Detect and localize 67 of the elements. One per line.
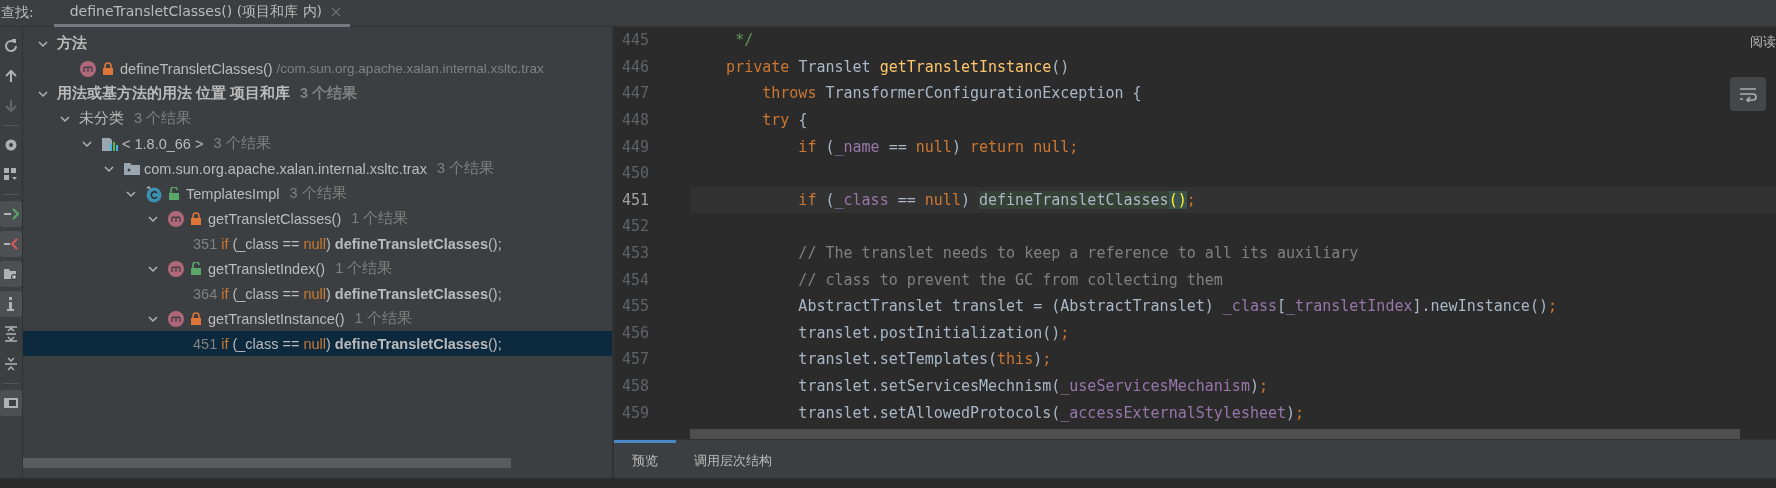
code-text: translet.setTemplates(this); xyxy=(797,349,1052,371)
code-text: translet.postInitialization(); xyxy=(797,322,1070,344)
node-label: 未分类 xyxy=(79,109,124,128)
tree-row[interactable]: 364 if (_class == null) defineTransletClasses(); xyxy=(23,281,612,306)
tree-row[interactable]: getTransletIndex() 1 个结果 xyxy=(23,256,612,281)
line-number: 455 xyxy=(621,297,651,316)
tree-row[interactable]: 用法或基方法的用法 位置 项目和库 3 个结果 xyxy=(23,81,612,106)
code-text: */ xyxy=(734,30,754,52)
line-number: 445 xyxy=(621,31,651,50)
line-number: 458 xyxy=(621,377,651,395)
code-text: if (_name == null) return null; xyxy=(797,136,1079,158)
line-number: 451 xyxy=(621,190,651,209)
code-text: try { xyxy=(761,110,808,132)
node-path: /com.sun.org.apache.xalan.internal.xsltc.trax xyxy=(276,61,544,76)
result-count: 1 个结果 xyxy=(335,259,393,278)
node-label: < 1.8.0_66 > xyxy=(122,135,204,152)
tree-row[interactable]: 未分类 3 个结果 xyxy=(23,106,612,131)
find-label: 查找: xyxy=(1,4,34,22)
reader-mode-label[interactable]: 阅读 xyxy=(1750,33,1776,51)
result-count: 3 个结果 xyxy=(213,134,271,153)
current-line-highlight: if (_class == null) defineTransletClasses(); xyxy=(690,186,1776,214)
usage-line: 451 if (_class == null) defineTransletClasses(); xyxy=(193,335,502,352)
result-count: 1 个结果 xyxy=(351,209,409,228)
code-text: // class to prevent the GC from collecting them xyxy=(797,269,1223,291)
line-number: 448 xyxy=(621,111,651,130)
code-text: // The translet needs to keep a reference to all its auxiliary xyxy=(797,243,1359,265)
usage-line: 351 if (_class == null) defineTransletClasses(); xyxy=(193,235,502,252)
result-count: 1 个结果 xyxy=(354,309,412,328)
code-text: throws TransformerConfigurationException { xyxy=(761,83,1142,105)
bottom-tab[interactable]: 调用层次结构 xyxy=(676,440,790,478)
tree-row[interactable]: TemplatesImpl 3 个结果 xyxy=(23,181,612,206)
tree-row[interactable]: 451 if (_class == null) defineTransletClasses(); xyxy=(23,331,612,356)
result-count: 3 个结果 xyxy=(436,159,494,178)
line-number: 453 xyxy=(621,244,651,263)
line-number: 456 xyxy=(621,323,651,342)
node-label: defineTransletClasses() xyxy=(120,60,273,77)
code-text: translet.setServicesMechnism(_useServicesMechanism); xyxy=(797,376,1268,397)
tree-row[interactable]: 方法 xyxy=(23,31,612,56)
tree-row[interactable]: getTransletInstance() 1 个结果 xyxy=(23,306,612,331)
usage-line: 364 if (_class == null) defineTransletClasses(); xyxy=(193,285,502,302)
tree-row[interactable]: defineTransletClasses() /com.sun.org.apache.xalan.internal.xsltc.trax xyxy=(23,56,612,81)
line-number: 452 xyxy=(621,217,651,236)
node-label: TemplatesImpl xyxy=(186,185,280,202)
tree-row[interactable]: < 1.8.0_66 > 3 个结果 xyxy=(23,131,612,156)
line-number: 459 xyxy=(621,403,651,422)
code-text: translet.setAllowedProtocols(_accessExternalStylesheet); xyxy=(797,402,1305,424)
result-count: 3 个结果 xyxy=(134,109,192,128)
node-label: getTransletIndex() xyxy=(208,260,326,277)
tree-row[interactable]: com.sun.org.apache.xalan.internal.xsltc.trax 3 个结果 xyxy=(23,156,612,181)
line-number: 446 xyxy=(621,57,651,76)
search-result-tab[interactable]: defineTransletClasses() (项目和库 内) xyxy=(53,0,350,27)
tree-row[interactable]: 351 if (_class == null) defineTransletClasses(); xyxy=(23,231,612,256)
line-number: 450 xyxy=(621,164,651,183)
tree-row[interactable]: getTransletClasses() 1 个结果 xyxy=(23,206,612,231)
node-label: com.sun.org.apache.xalan.internal.xsltc.trax xyxy=(144,160,427,177)
code-text: AbstractTranslet translet = (AbstractTranslet) _class[_transletIndex].newInstance(); xyxy=(797,296,1557,318)
line-number: 457 xyxy=(621,350,651,369)
line-number: 447 xyxy=(621,84,651,103)
node-label: getTransletInstance() xyxy=(208,310,345,327)
result-count: 3 个结果 xyxy=(300,84,358,103)
node-label: getTransletClasses() xyxy=(208,210,342,227)
result-count: 3 个结果 xyxy=(289,184,347,203)
line-number: 449 xyxy=(621,137,651,156)
node-label: 用法或基方法的用法 位置 项目和库 xyxy=(57,84,291,103)
code-text: private Translet getTransletInstance() xyxy=(725,56,1070,78)
node-label: 方法 xyxy=(57,34,87,53)
line-number: 454 xyxy=(621,270,651,289)
